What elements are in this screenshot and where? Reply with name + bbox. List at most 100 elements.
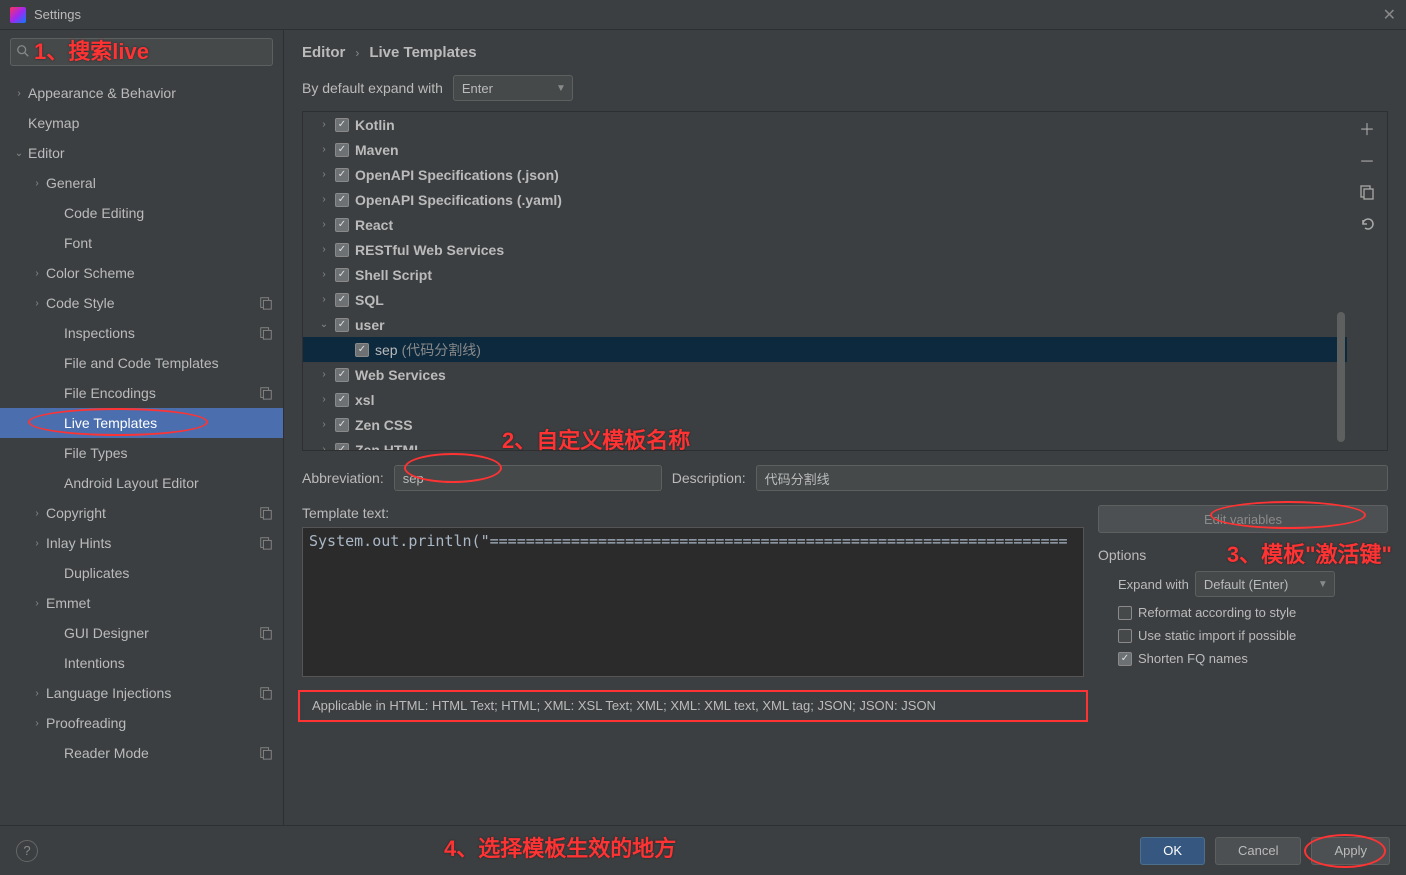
scrollbar[interactable] xyxy=(1337,312,1345,442)
app-logo-icon xyxy=(10,7,26,23)
chevron-icon: › xyxy=(317,294,331,305)
template-checkbox[interactable]: ✓ xyxy=(335,143,349,157)
shorten-fq-checkbox[interactable]: ✓ xyxy=(1118,652,1132,666)
search-icon xyxy=(16,44,30,58)
default-expand-label: By default expand with xyxy=(302,80,443,96)
cancel-button[interactable]: Cancel xyxy=(1215,837,1301,865)
template-checkbox[interactable]: ✓ xyxy=(335,268,349,282)
breadcrumb-root[interactable]: Editor xyxy=(302,44,345,61)
settings-tree[interactable]: ›Appearance & BehaviorKeymap⌄Editor›Gene… xyxy=(0,74,283,825)
chevron-down-icon: ▼ xyxy=(556,83,566,94)
template-item-kotlin[interactable]: ›✓Kotlin xyxy=(303,112,1347,137)
sidebar-item-editor[interactable]: ⌄Editor xyxy=(0,138,283,168)
template-text-input[interactable] xyxy=(302,527,1084,677)
sidebar-item-file-encodings[interactable]: File Encodings xyxy=(0,378,283,408)
template-item-sep[interactable]: ✓sep (代码分割线) xyxy=(303,337,1347,362)
template-checkbox[interactable]: ✓ xyxy=(335,293,349,307)
template-checkbox[interactable]: ✓ xyxy=(335,418,349,432)
template-checkbox[interactable]: ✓ xyxy=(335,218,349,232)
sidebar-item-reader-mode[interactable]: Reader Mode xyxy=(0,738,283,768)
static-import-label: Use static import if possible xyxy=(1138,628,1296,643)
templates-list[interactable]: ›✓Kotlin›✓Maven›✓OpenAPI Specifications … xyxy=(303,112,1347,450)
sidebar-item-gui-designer[interactable]: GUI Designer xyxy=(0,618,283,648)
sidebar-item-color-scheme[interactable]: ›Color Scheme xyxy=(0,258,283,288)
chevron-icon: › xyxy=(317,419,331,430)
settings-content: Editor › Live Templates By default expan… xyxy=(284,30,1406,825)
template-item-openapi-specifications-yaml-[interactable]: ›✓OpenAPI Specifications (.yaml) xyxy=(303,187,1347,212)
abbreviation-input[interactable] xyxy=(394,465,662,491)
chevron-icon: › xyxy=(30,718,44,729)
reformat-checkbox[interactable] xyxy=(1118,606,1132,620)
sidebar-item-file-and-code-templates[interactable]: File and Code Templates xyxy=(0,348,283,378)
chevron-icon: › xyxy=(317,269,331,280)
sidebar-item-live-templates[interactable]: Live Templates xyxy=(0,408,283,438)
template-item-restful-web-services[interactable]: ›✓RESTful Web Services xyxy=(303,237,1347,262)
template-item-xsl[interactable]: ›✓xsl xyxy=(303,387,1347,412)
project-badge-icon xyxy=(259,296,273,310)
expand-with-select[interactable]: Default (Enter) ▼ xyxy=(1195,571,1335,597)
template-item-sql[interactable]: ›✓SQL xyxy=(303,287,1347,312)
template-checkbox[interactable]: ✓ xyxy=(335,318,349,332)
chevron-icon: › xyxy=(317,244,331,255)
sidebar-item-inspections[interactable]: Inspections xyxy=(0,318,283,348)
project-badge-icon xyxy=(259,626,273,640)
breadcrumb: Editor › Live Templates xyxy=(302,44,1406,75)
sidebar-item-android-layout-editor[interactable]: Android Layout Editor xyxy=(0,468,283,498)
template-item-web-services[interactable]: ›✓Web Services xyxy=(303,362,1347,387)
sidebar-item-appearance-behavior[interactable]: ›Appearance & Behavior xyxy=(0,78,283,108)
chevron-icon: › xyxy=(317,444,331,450)
chevron-icon: › xyxy=(317,219,331,230)
description-input[interactable] xyxy=(756,465,1388,491)
template-checkbox[interactable]: ✓ xyxy=(335,118,349,132)
chevron-icon: › xyxy=(30,298,44,309)
add-template-icon[interactable]: ＋ xyxy=(1357,118,1377,138)
chevron-icon: › xyxy=(30,508,44,519)
close-icon[interactable]: ✕ xyxy=(1383,5,1396,25)
sidebar-item-emmet[interactable]: ›Emmet xyxy=(0,588,283,618)
applicable-contexts[interactable]: Applicable in HTML: HTML Text; HTML; XML… xyxy=(302,690,1388,721)
help-icon[interactable]: ? xyxy=(16,840,38,862)
template-item-zen-css[interactable]: ›✓Zen CSS xyxy=(303,412,1347,437)
remove-template-icon[interactable]: － xyxy=(1357,150,1377,170)
template-checkbox[interactable]: ✓ xyxy=(335,368,349,382)
chevron-icon: ⌄ xyxy=(317,319,331,330)
template-checkbox[interactable]: ✓ xyxy=(355,343,369,357)
template-checkbox[interactable]: ✓ xyxy=(335,443,349,451)
project-badge-icon xyxy=(259,326,273,340)
sidebar-item-code-editing[interactable]: Code Editing xyxy=(0,198,283,228)
sidebar-item-inlay-hints[interactable]: ›Inlay Hints xyxy=(0,528,283,558)
sidebar-item-file-types[interactable]: File Types xyxy=(0,438,283,468)
template-item-react[interactable]: ›✓React xyxy=(303,212,1347,237)
chevron-icon: › xyxy=(30,538,44,549)
template-item-shell-script[interactable]: ›✓Shell Script xyxy=(303,262,1347,287)
sidebar-item-copyright[interactable]: ›Copyright xyxy=(0,498,283,528)
sidebar-item-duplicates[interactable]: Duplicates xyxy=(0,558,283,588)
template-item-zen-html[interactable]: ›✓Zen HTML xyxy=(303,437,1347,450)
apply-button[interactable]: Apply xyxy=(1311,837,1390,865)
template-checkbox[interactable]: ✓ xyxy=(335,393,349,407)
sidebar-item-intentions[interactable]: Intentions xyxy=(0,648,283,678)
sidebar-item-font[interactable]: Font xyxy=(0,228,283,258)
template-item-maven[interactable]: ›✓Maven xyxy=(303,137,1347,162)
project-badge-icon xyxy=(259,746,273,760)
template-checkbox[interactable]: ✓ xyxy=(335,243,349,257)
sidebar-item-proofreading[interactable]: ›Proofreading xyxy=(0,708,283,738)
sidebar-item-keymap[interactable]: Keymap xyxy=(0,108,283,138)
sidebar-item-language-injections[interactable]: ›Language Injections xyxy=(0,678,283,708)
revert-template-icon[interactable] xyxy=(1357,214,1377,234)
search-input[interactable] xyxy=(10,38,273,66)
template-checkbox[interactable]: ✓ xyxy=(335,193,349,207)
chevron-icon: ⌄ xyxy=(12,148,26,159)
ok-button[interactable]: OK xyxy=(1140,837,1205,865)
default-expand-select[interactable]: Enter ▼ xyxy=(453,75,573,101)
sidebar-item-code-style[interactable]: ›Code Style xyxy=(0,288,283,318)
static-import-checkbox[interactable] xyxy=(1118,629,1132,643)
sidebar-item-general[interactable]: ›General xyxy=(0,168,283,198)
copy-template-icon[interactable] xyxy=(1357,182,1377,202)
template-checkbox[interactable]: ✓ xyxy=(335,168,349,182)
edit-variables-button[interactable]: Edit variables xyxy=(1098,505,1388,533)
project-badge-icon xyxy=(259,536,273,550)
template-item-user[interactable]: ⌄✓user xyxy=(303,312,1347,337)
template-item-openapi-specifications-json-[interactable]: ›✓OpenAPI Specifications (.json) xyxy=(303,162,1347,187)
chevron-right-icon: › xyxy=(355,46,359,60)
